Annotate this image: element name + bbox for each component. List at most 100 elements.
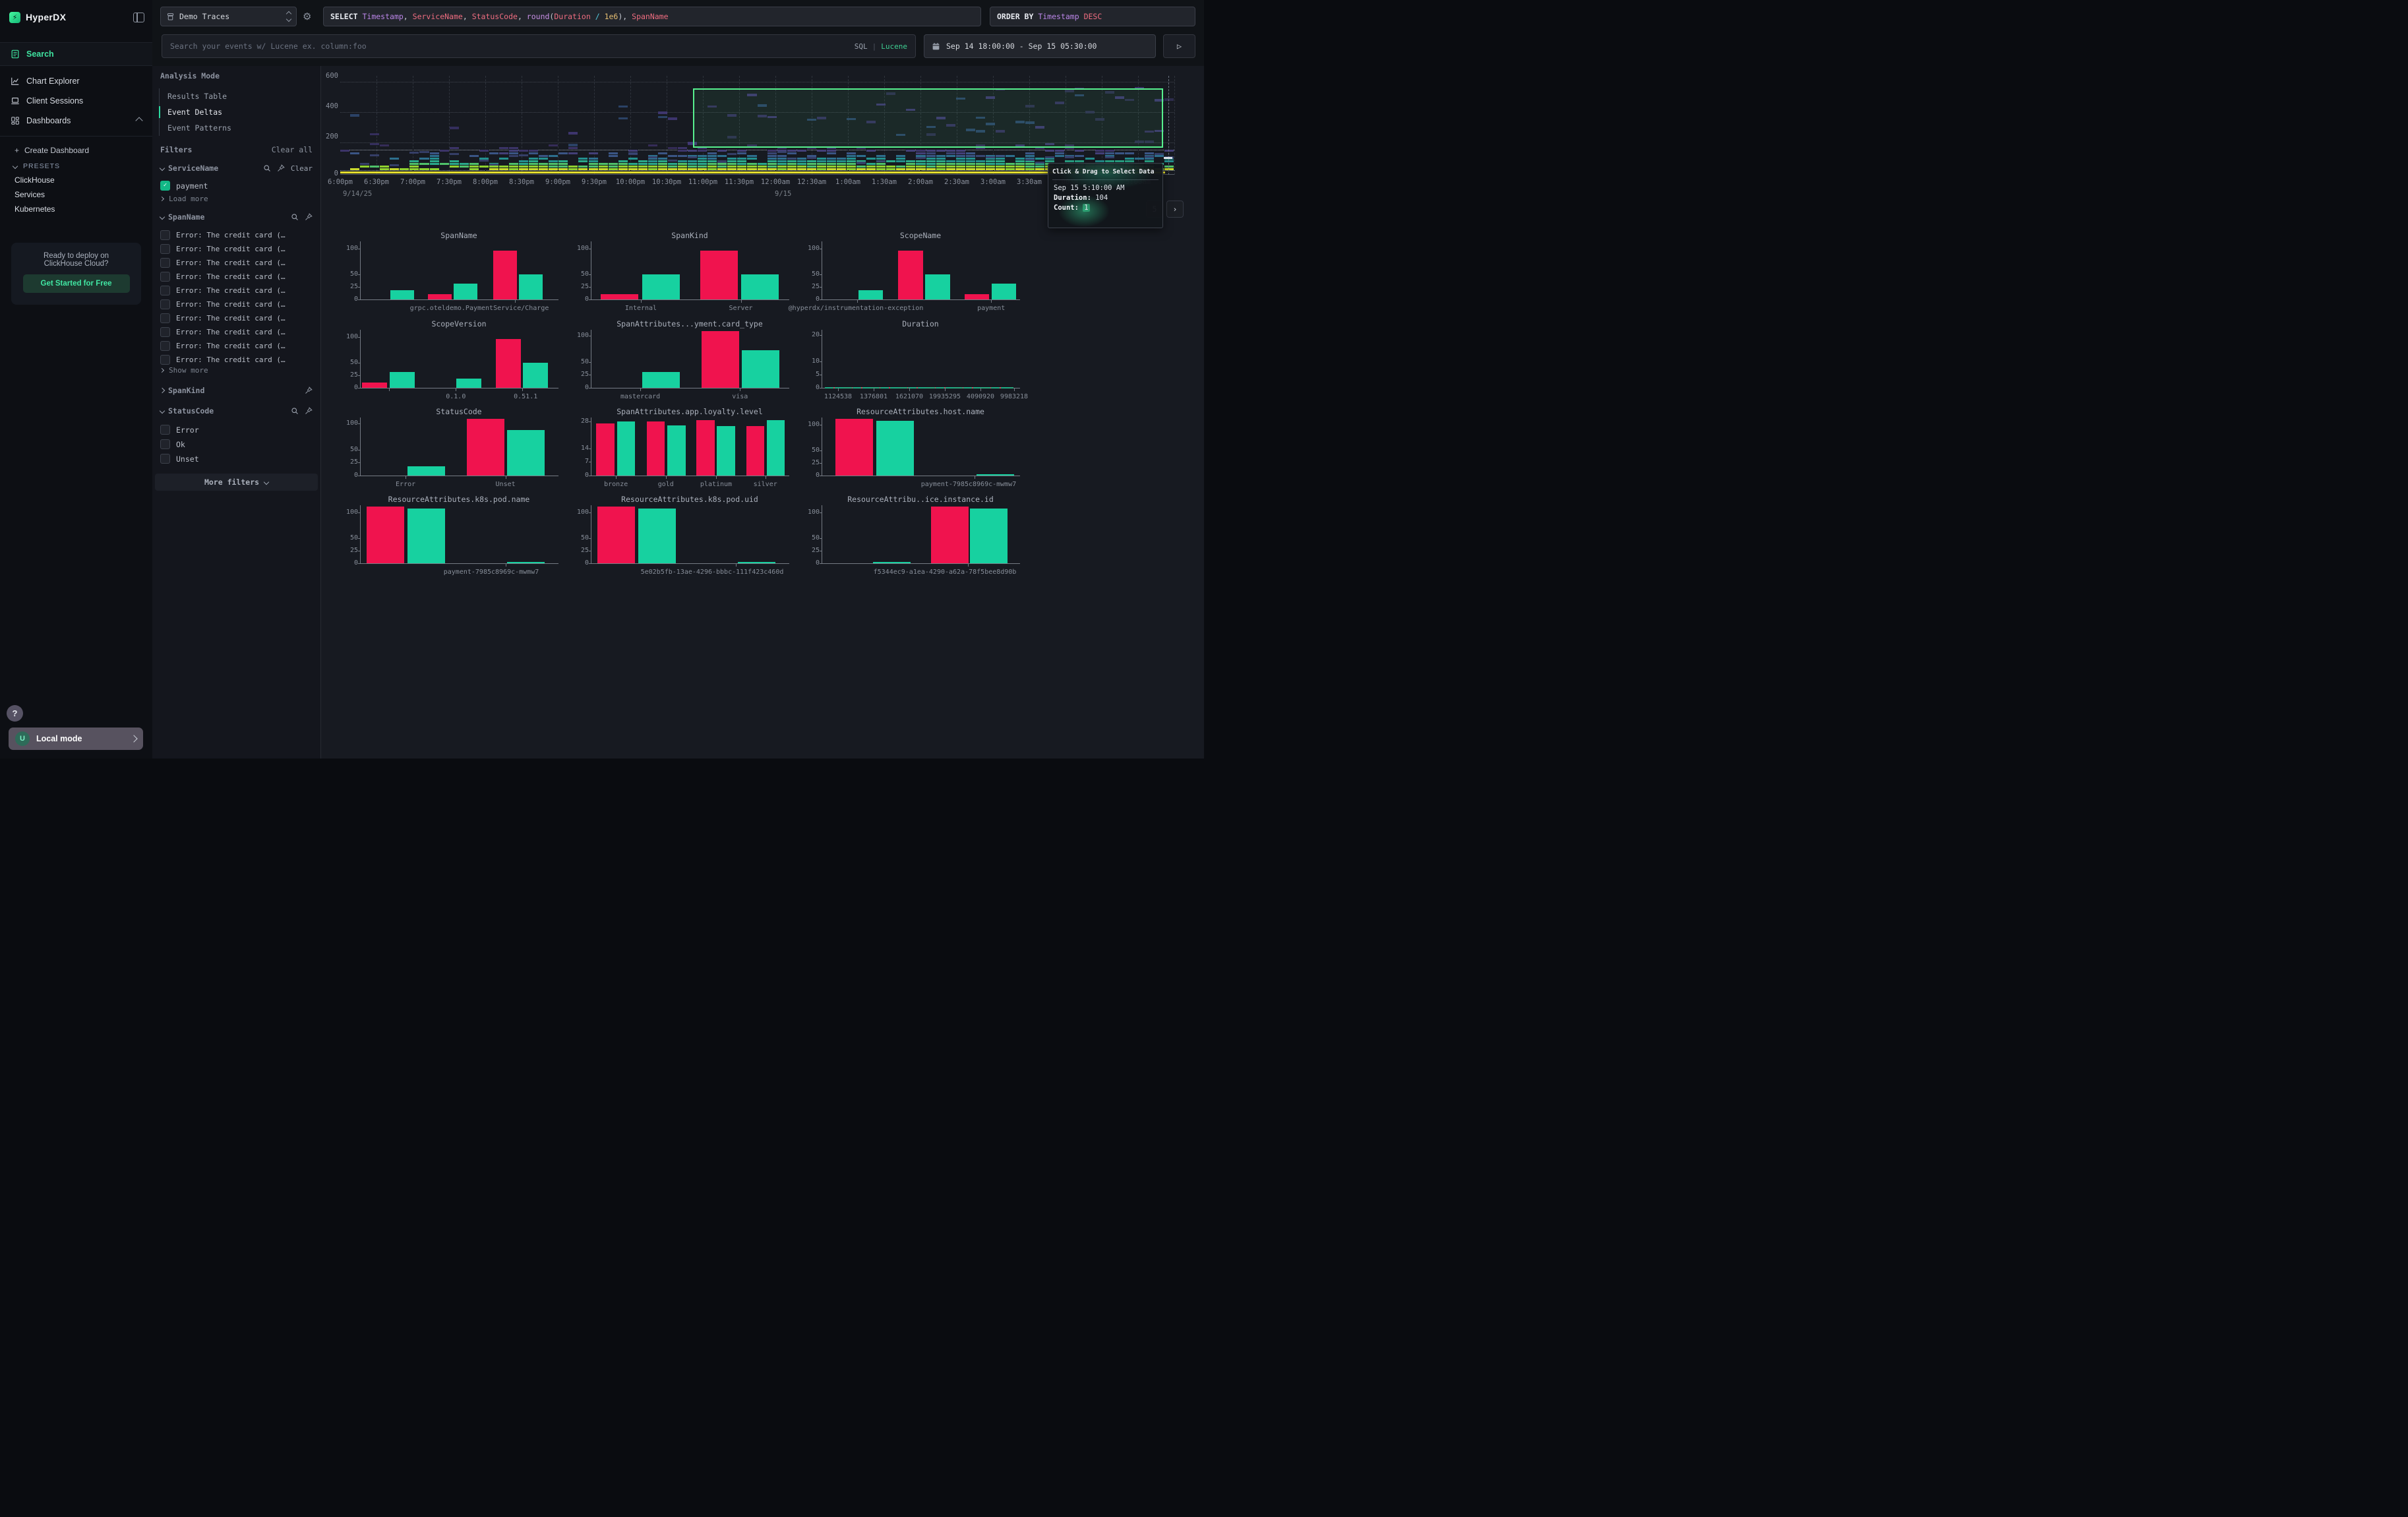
sidebar-item-services[interactable]: Services — [0, 187, 152, 202]
chart-plot[interactable]: 025501000.1.00.51.1 — [360, 330, 558, 388]
heatmap-cell — [589, 166, 598, 168]
chart-plot[interactable]: 02550100ErrorUnset — [360, 418, 558, 476]
chart-plot[interactable]: 02550100@hyperdx/instrumentation-excepti… — [822, 241, 1020, 300]
checkbox-icon[interactable] — [160, 355, 170, 365]
pin-icon[interactable] — [277, 164, 285, 172]
checkbox-icon[interactable] — [160, 327, 170, 337]
toggle-sql[interactable]: SQL — [855, 42, 868, 51]
sidebar-item-kubernetes[interactable]: Kubernetes — [0, 202, 152, 216]
presets-toggle[interactable]: PRESETS — [0, 158, 152, 173]
x-tick-label: 9983218 — [1000, 393, 1028, 400]
heatmap-selection-rect[interactable] — [693, 88, 1163, 148]
x-tick-label: 1124538 — [824, 393, 852, 400]
filter-section-statuscode[interactable]: StatusCode — [152, 406, 320, 416]
sidebar-item-client-sessions[interactable]: Client Sessions — [0, 91, 152, 111]
filter-option-error-item[interactable]: Error: The credit card (… — [152, 311, 320, 325]
filter-option-error-item[interactable]: Error: The credit card (… — [152, 284, 320, 297]
filter-option-error-item[interactable]: Error: The credit card (… — [152, 228, 320, 242]
heatmap-cell — [768, 160, 777, 162]
toggle-lucene[interactable]: Lucene — [881, 42, 907, 51]
date-range-input[interactable]: Sep 14 18:00:00 - Sep 15 05:30:00 — [924, 34, 1156, 58]
filter-option-payment[interactable]: ✓ payment — [152, 178, 320, 193]
pin-icon[interactable] — [305, 407, 313, 415]
heatmap-cell — [926, 155, 936, 157]
order-by-input[interactable]: ORDER BY Timestamp DESC — [990, 7, 1195, 26]
sidebar-collapse-icon[interactable] — [133, 13, 144, 22]
load-more-button[interactable]: Load more — [152, 193, 320, 205]
filter-option-unset[interactable]: Unset — [152, 451, 320, 466]
filters-title: Filters — [160, 145, 192, 154]
pin-icon[interactable] — [305, 213, 313, 221]
local-mode-button[interactable]: U Local mode — [9, 728, 143, 750]
chevron-up-icon[interactable] — [135, 117, 142, 124]
filter-option-error[interactable]: Error — [152, 422, 320, 437]
bar — [519, 274, 543, 299]
checkbox-icon[interactable] — [160, 230, 170, 240]
checkbox-icon[interactable] — [160, 454, 170, 464]
checkbox-icon[interactable] — [160, 286, 170, 295]
filter-option-error-item[interactable]: Error: The credit card (… — [152, 242, 320, 256]
checkbox-icon[interactable] — [160, 425, 170, 435]
filter-option-error-item[interactable]: Error: The credit card (… — [152, 270, 320, 284]
filter-option-error-item[interactable]: Error: The credit card (… — [152, 325, 320, 339]
help-button[interactable]: ? — [7, 705, 23, 722]
bar-chart-spanattributes-yment-card-type: SpanAttributes...yment.card_type02550100… — [571, 319, 793, 405]
checkbox-icon[interactable] — [160, 341, 170, 351]
clear-all-button[interactable]: Clear all — [272, 145, 313, 154]
run-query-button[interactable]: ▷ — [1163, 34, 1195, 58]
heatmap-cell — [768, 163, 777, 165]
filter-option-error-item[interactable]: Error: The credit card (… — [152, 256, 320, 270]
checkbox-icon[interactable] — [160, 313, 170, 323]
checkbox-icon[interactable] — [160, 258, 170, 268]
checkbox-icon[interactable] — [160, 299, 170, 309]
analysis-mode-event-patterns[interactable]: Event Patterns — [160, 120, 311, 136]
chart-plot[interactable]: 02550100payment-7985c8969c-mwmw7 — [822, 418, 1020, 476]
analysis-mode-event-deltas[interactable]: Event Deltas — [160, 104, 311, 120]
chart-plot[interactable]: 02550100f5344ec9-a1ea-4290-a62a-78f5bee8… — [822, 505, 1020, 564]
heatmap-xtick: 2:30am — [944, 178, 969, 186]
show-more-button[interactable]: Show more — [152, 364, 320, 377]
heatmap-cell — [926, 168, 936, 170]
checkbox-checked-icon[interactable]: ✓ — [160, 181, 170, 191]
filter-option-ok[interactable]: Ok — [152, 437, 320, 452]
search-icon[interactable] — [291, 213, 299, 221]
heatmap-plot[interactable] — [340, 76, 1174, 175]
chart-plot[interactable]: 025501005e02b5fb-13ae-4296-bbbc-111f423c… — [591, 505, 789, 564]
filter-section-servicename[interactable]: ServiceName Clear — [152, 164, 320, 173]
y-tick — [820, 538, 822, 539]
gear-icon[interactable]: ⚙ — [303, 11, 311, 22]
heatmap-cell — [976, 155, 985, 157]
sidebar-item-dashboards[interactable]: Dashboards — [0, 111, 152, 131]
pin-icon[interactable] — [305, 387, 313, 394]
more-filters-button[interactable]: More filters — [155, 474, 318, 491]
chart-plot[interactable]: 02550100InternalServer — [591, 241, 789, 300]
chart-plot[interactable]: 071428bronzegoldplatinumsilver — [591, 418, 789, 476]
heatmap-cell — [758, 168, 767, 170]
chart-plot[interactable]: 02550100payment-7985c8969c-mwmw7 — [360, 505, 558, 564]
sidebar-item-search[interactable]: Search — [0, 44, 152, 64]
sidebar-item-chart-explorer[interactable]: Chart Explorer — [0, 71, 152, 91]
next-page-button[interactable]: › — [1166, 201, 1184, 218]
search-icon[interactable] — [291, 407, 299, 415]
chart-plot[interactable]: 02550100mastercardvisa — [591, 330, 789, 388]
checkbox-icon[interactable] — [160, 439, 170, 449]
filter-option-error-item[interactable]: Error: The credit card (… — [152, 297, 320, 311]
chart-plot[interactable]: 02550100grpc.oteldemo.PaymentService/Cha… — [360, 241, 558, 300]
analysis-mode-results-table[interactable]: Results Table — [160, 88, 311, 104]
search-input[interactable]: Search your events w/ Lucene ex. column:… — [162, 34, 916, 58]
source-select[interactable]: Demo Traces — [160, 7, 297, 26]
language-toggle[interactable]: SQL | Lucene — [855, 42, 907, 51]
filter-section-spankind[interactable]: SpanKind — [152, 386, 320, 395]
heatmap-ytick: 400 — [321, 102, 338, 110]
filter-option-error-item[interactable]: Error: The credit card (… — [152, 339, 320, 353]
select-query-input[interactable]: SELECT Timestamp, ServiceName, StatusCod… — [323, 7, 981, 26]
search-icon[interactable] — [263, 164, 271, 172]
create-dashboard-button[interactable]: +Create Dashboard — [0, 142, 152, 158]
servicename-clear-button[interactable]: Clear — [291, 164, 313, 173]
chart-plot[interactable]: 0510201124538137680116210701993529540909… — [822, 330, 1020, 388]
checkbox-icon[interactable] — [160, 244, 170, 254]
sidebar-item-clickhouse[interactable]: ClickHouse — [0, 173, 152, 187]
filter-section-spanname[interactable]: SpanName — [152, 212, 320, 222]
checkbox-icon[interactable] — [160, 272, 170, 282]
get-started-button[interactable]: Get Started for Free — [23, 274, 130, 293]
